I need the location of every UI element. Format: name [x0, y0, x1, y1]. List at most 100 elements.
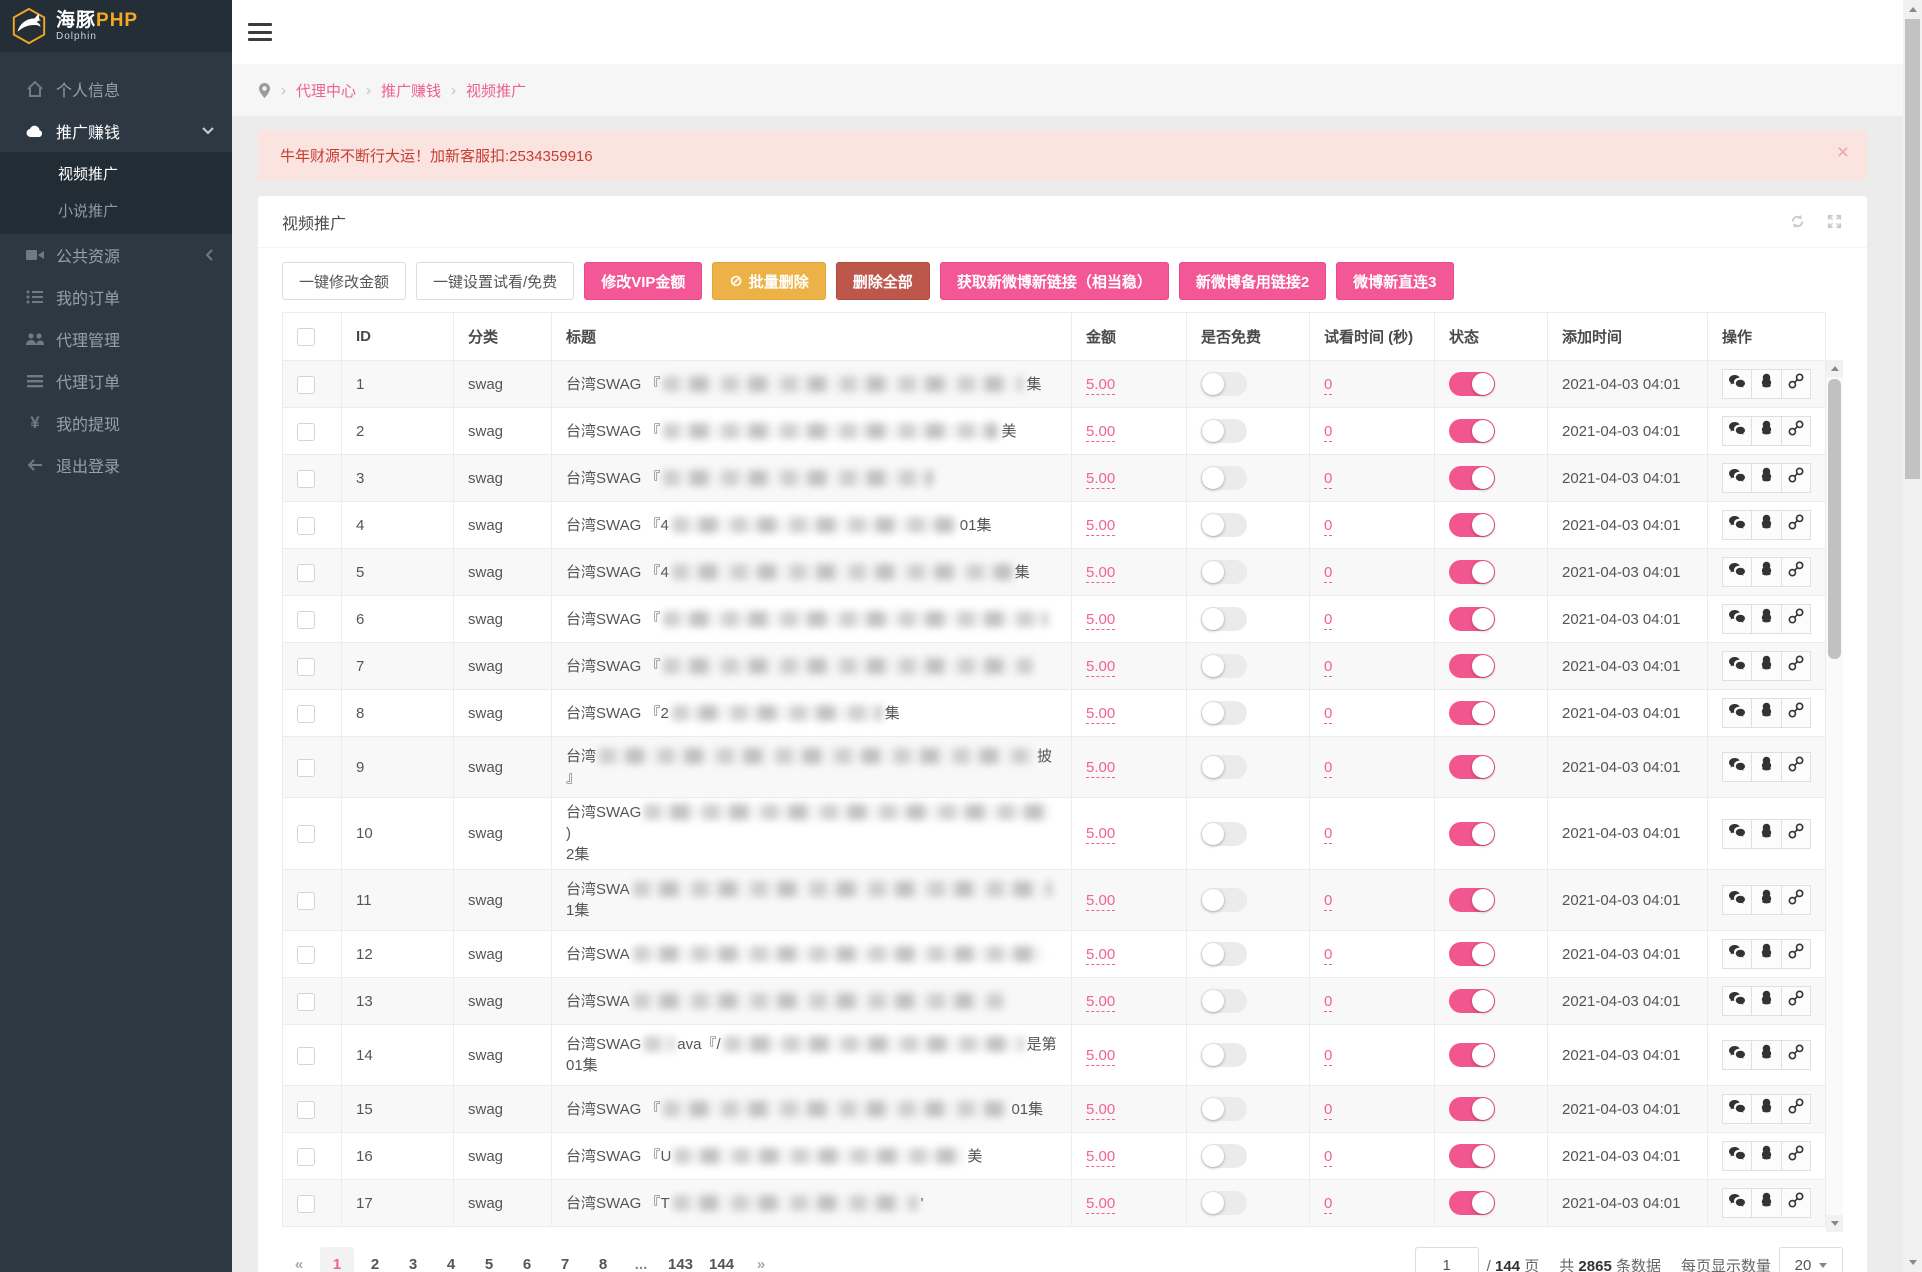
page-jump-input[interactable] [1415, 1247, 1479, 1272]
amount-editable[interactable]: 5.00 [1086, 705, 1115, 724]
copy-link-button[interactable] [1781, 1094, 1811, 1124]
amount-editable[interactable]: 5.00 [1086, 1148, 1115, 1167]
trial-time-editable[interactable]: 0 [1324, 376, 1332, 395]
free-toggle[interactable] [1201, 755, 1247, 779]
status-toggle[interactable] [1449, 372, 1495, 396]
scroll-down-button[interactable] [1826, 1215, 1843, 1232]
per-page-select[interactable]: 20 [1779, 1247, 1843, 1272]
amount-editable[interactable]: 5.00 [1086, 611, 1115, 630]
row-checkbox[interactable] [297, 1195, 315, 1213]
copy-link-button[interactable] [1781, 698, 1811, 728]
trial-time-editable[interactable]: 0 [1324, 946, 1332, 965]
copy-link-button[interactable] [1781, 819, 1811, 849]
free-toggle[interactable] [1201, 1097, 1247, 1121]
wechat-share-button[interactable] [1722, 510, 1752, 540]
wechat-share-button[interactable] [1722, 819, 1752, 849]
status-toggle[interactable] [1449, 560, 1495, 584]
status-toggle[interactable] [1449, 654, 1495, 678]
wechat-share-button[interactable] [1722, 698, 1752, 728]
batch-delete-button[interactable]: ⊘批量删除 [712, 262, 825, 300]
copy-link-button[interactable] [1781, 752, 1811, 782]
copy-link-button[interactable] [1781, 510, 1811, 540]
trial-time-editable[interactable]: 0 [1324, 658, 1332, 677]
amount-editable[interactable]: 5.00 [1086, 564, 1115, 583]
qq-share-button[interactable] [1751, 1094, 1781, 1124]
wechat-share-button[interactable] [1722, 651, 1752, 681]
qq-share-button[interactable] [1751, 752, 1781, 782]
breadcrumb-link-video-promo[interactable]: 视频推广 [466, 80, 526, 101]
status-toggle[interactable] [1449, 466, 1495, 490]
wechat-share-button[interactable] [1722, 1188, 1752, 1218]
wechat-share-button[interactable] [1722, 1094, 1752, 1124]
wechat-share-button[interactable] [1722, 752, 1752, 782]
sidebar-item-profile[interactable]: 个人信息 [0, 68, 232, 110]
status-toggle[interactable] [1449, 1097, 1495, 1121]
copy-link-button[interactable] [1781, 1040, 1811, 1070]
sidebar-item-video-promo[interactable]: 视频推广 [0, 156, 232, 193]
select-all-checkbox[interactable] [297, 328, 315, 346]
row-checkbox[interactable] [297, 825, 315, 843]
status-toggle[interactable] [1449, 701, 1495, 725]
trial-time-editable[interactable]: 0 [1324, 1148, 1332, 1167]
free-toggle[interactable] [1201, 419, 1247, 443]
copy-link-button[interactable] [1781, 986, 1811, 1016]
free-toggle[interactable] [1201, 1144, 1247, 1168]
copy-link-button[interactable] [1781, 885, 1811, 915]
amount-editable[interactable]: 5.00 [1086, 1047, 1115, 1066]
wechat-share-button[interactable] [1722, 885, 1752, 915]
copy-link-button[interactable] [1781, 557, 1811, 587]
free-toggle[interactable] [1201, 607, 1247, 631]
page-button[interactable]: 8 [586, 1247, 620, 1272]
free-toggle[interactable] [1201, 560, 1247, 584]
get-new-weibo-link-button[interactable]: 获取新微博新链接（相当稳） [940, 262, 1169, 300]
trial-time-editable[interactable]: 0 [1324, 470, 1332, 489]
prev-page-button[interactable]: « [282, 1247, 316, 1272]
qq-share-button[interactable] [1751, 1188, 1781, 1218]
sidebar-item-agent-orders[interactable]: 代理订单 [0, 360, 232, 402]
page-button[interactable]: 4 [434, 1247, 468, 1272]
page-scrollbar-thumb[interactable] [1905, 19, 1920, 479]
row-checkbox[interactable] [297, 1148, 315, 1166]
qq-share-button[interactable] [1751, 557, 1781, 587]
trial-time-editable[interactable]: 0 [1324, 1195, 1332, 1214]
free-toggle[interactable] [1201, 989, 1247, 1013]
sidebar-item-my-orders[interactable]: 我的订单 [0, 276, 232, 318]
free-toggle[interactable] [1201, 701, 1247, 725]
qq-share-button[interactable] [1751, 510, 1781, 540]
trial-time-editable[interactable]: 0 [1324, 423, 1332, 442]
row-checkbox[interactable] [297, 376, 315, 394]
page-button[interactable]: 144 [703, 1247, 740, 1272]
refresh-icon[interactable] [1789, 213, 1806, 230]
amount-editable[interactable]: 5.00 [1086, 376, 1115, 395]
qq-share-button[interactable] [1751, 1040, 1781, 1070]
qq-share-button[interactable] [1751, 698, 1781, 728]
amount-editable[interactable]: 5.00 [1086, 1195, 1115, 1214]
app-logo[interactable]: 海豚PHP Dolphin [0, 0, 232, 52]
amount-editable[interactable]: 5.00 [1086, 759, 1115, 778]
copy-link-button[interactable] [1781, 651, 1811, 681]
sidebar-item-novel-promo[interactable]: 小说推广 [0, 193, 232, 230]
free-toggle[interactable] [1201, 466, 1247, 490]
copy-link-button[interactable] [1781, 939, 1811, 969]
amount-editable[interactable]: 5.00 [1086, 470, 1115, 489]
batch-set-trial-free-button[interactable]: 一键设置试看/免费 [416, 262, 574, 300]
qq-share-button[interactable] [1751, 604, 1781, 634]
row-checkbox[interactable] [297, 1047, 315, 1065]
status-toggle[interactable] [1449, 888, 1495, 912]
status-toggle[interactable] [1449, 1043, 1495, 1067]
row-checkbox[interactable] [297, 611, 315, 629]
amount-editable[interactable]: 5.00 [1086, 825, 1115, 844]
trial-time-editable[interactable]: 0 [1324, 1047, 1332, 1066]
copy-link-button[interactable] [1781, 369, 1811, 399]
trial-time-editable[interactable]: 0 [1324, 892, 1332, 911]
free-toggle[interactable] [1201, 513, 1247, 537]
wechat-share-button[interactable] [1722, 369, 1752, 399]
row-checkbox[interactable] [297, 564, 315, 582]
status-toggle[interactable] [1449, 1144, 1495, 1168]
sidebar-item-logout[interactable]: 退出登录 [0, 444, 232, 486]
breadcrumb-link-promotion[interactable]: 推广赚钱 [381, 80, 441, 101]
amount-editable[interactable]: 5.00 [1086, 517, 1115, 536]
trial-time-editable[interactable]: 0 [1324, 564, 1332, 583]
status-toggle[interactable] [1449, 607, 1495, 631]
amount-editable[interactable]: 5.00 [1086, 946, 1115, 965]
